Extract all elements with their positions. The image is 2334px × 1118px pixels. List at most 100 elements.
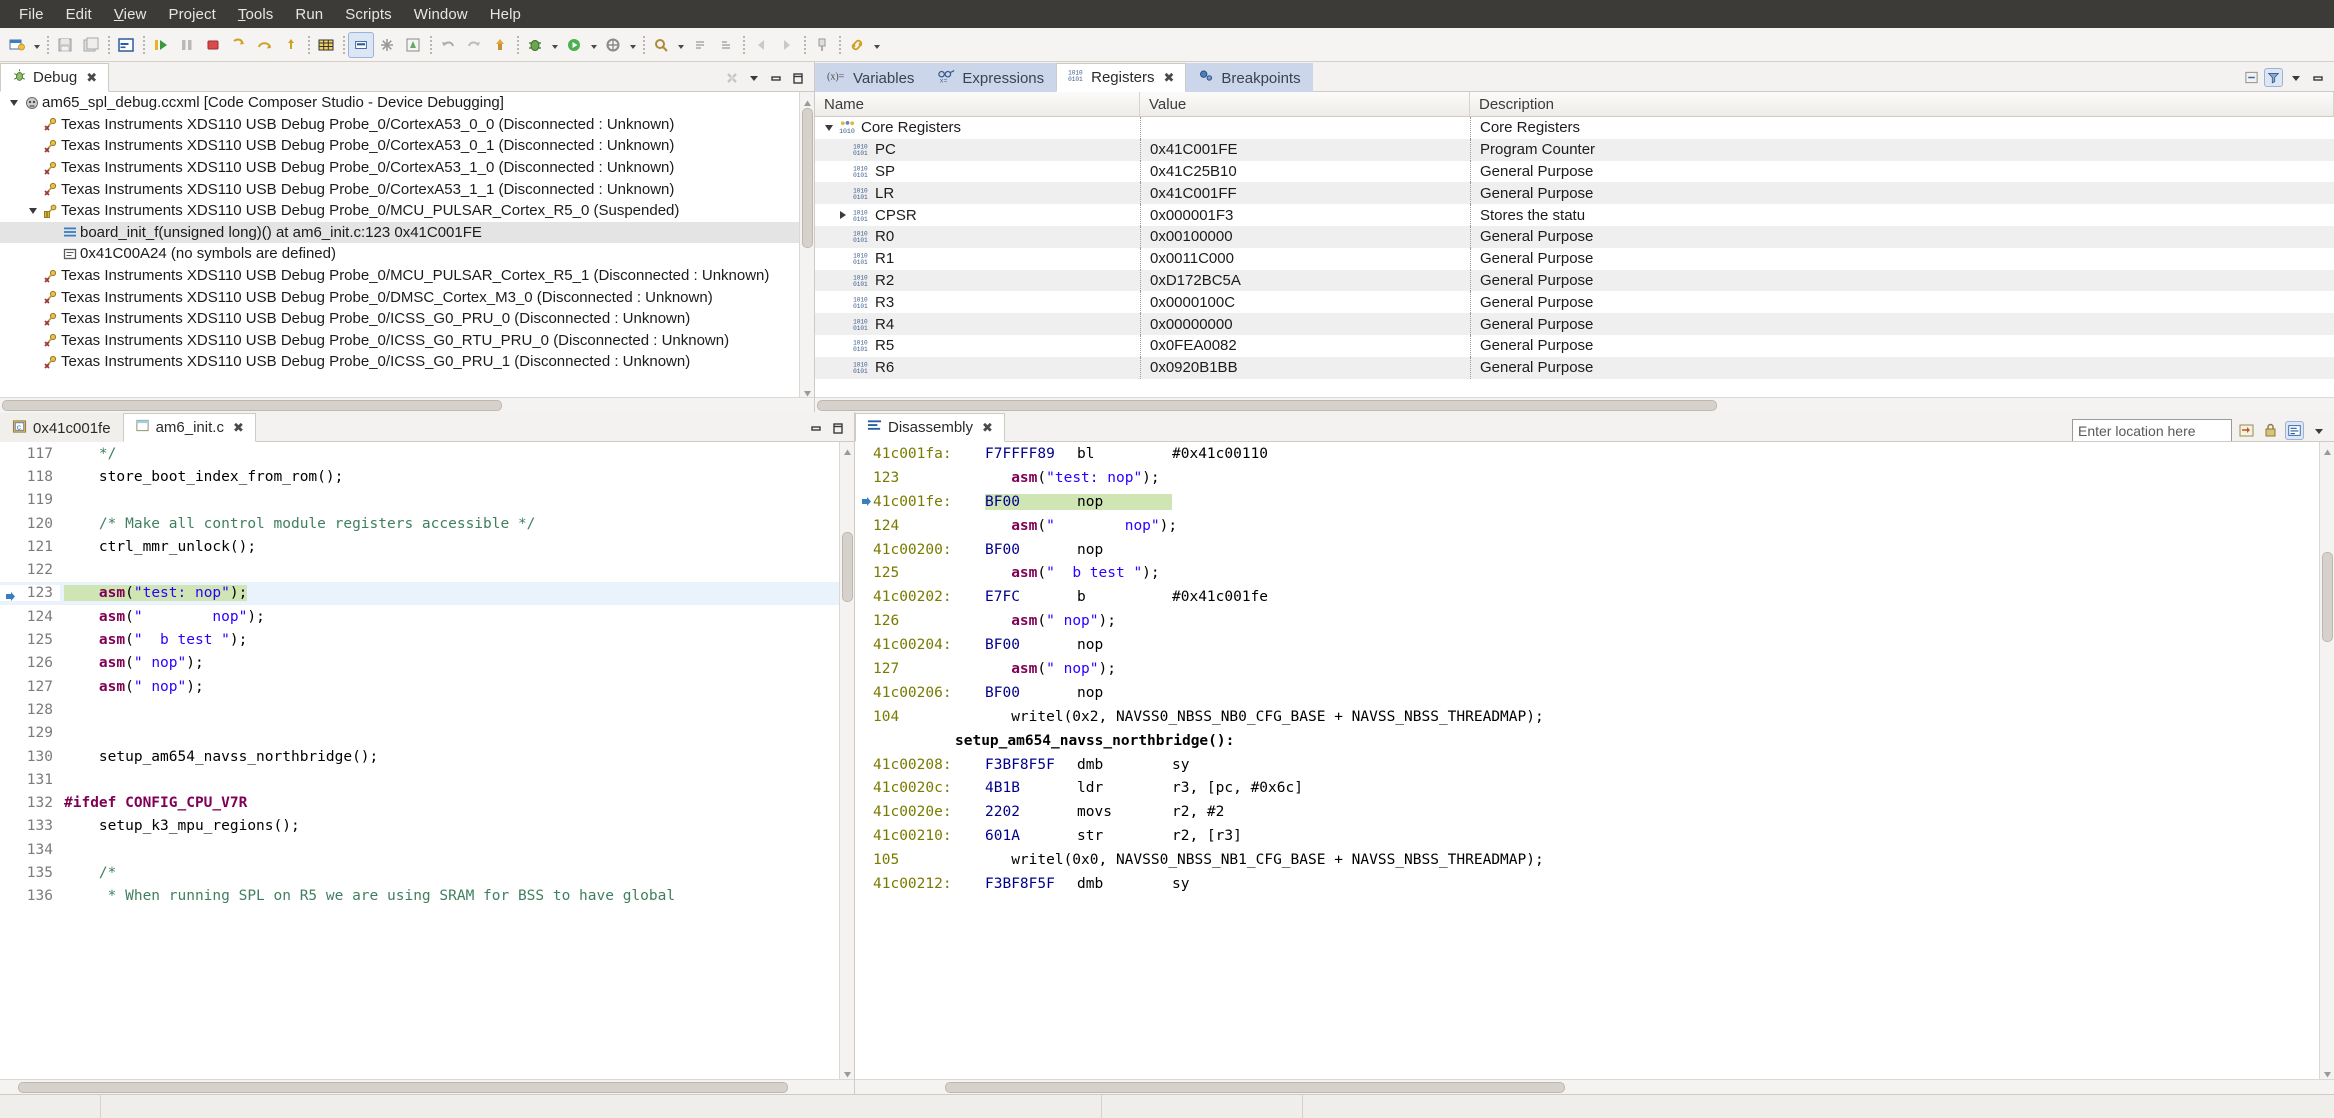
register-value-cell[interactable]: 0x000001F3 <box>1140 204 1470 226</box>
source-line[interactable]: 119 <box>0 489 854 512</box>
next-annotation-icon[interactable] <box>687 32 713 58</box>
source-line[interactable]: 117 */ <box>0 442 854 465</box>
tab-disassembly[interactable]: Disassembly ✖ <box>855 413 1005 442</box>
register-row[interactable]: 1010 0101 R1 0x0011C000 General Purpose <box>815 247 2334 270</box>
debug-tree-row[interactable]: Texas Instruments XDS110 USB Debug Probe… <box>0 178 814 200</box>
line-number-gutter[interactable]: 122 <box>0 562 60 579</box>
debug-tree-row[interactable]: 0x41C00A24 (no symbols are defined) <box>0 243 814 265</box>
external-tools-dropdown-arrow[interactable] <box>626 32 639 58</box>
register-value-cell[interactable] <box>1140 117 1470 139</box>
column-header-name[interactable]: Name <box>815 91 1140 117</box>
line-number-gutter[interactable]: 123 <box>0 585 60 602</box>
source-line[interactable]: 135 /* <box>0 861 854 884</box>
view-menu-icon[interactable] <box>744 68 763 87</box>
lock-icon[interactable] <box>2261 421 2280 440</box>
source-line[interactable]: 122 <box>0 558 854 581</box>
source-line[interactable]: 126 asm(" nop"); <box>0 652 854 675</box>
menu-item-run[interactable]: Run <box>284 3 334 26</box>
line-number-gutter[interactable]: 117 <box>0 445 60 462</box>
menu-item-view[interactable]: View <box>103 3 158 26</box>
disassembly-line[interactable]: 41c00200: BF00 nop <box>855 538 2334 562</box>
disassembly-vscrollbar[interactable] <box>2319 442 2334 1079</box>
go-to-pc-icon[interactable] <box>2237 421 2256 440</box>
disassembly-code-area[interactable]: 41c001fa: F7FFFF89 bl #0x41c00110 123 asm("t… <box>855 442 2334 1079</box>
external-tools-icon[interactable] <box>600 32 626 58</box>
menu-item-scripts[interactable]: Scripts <box>334 3 403 26</box>
source-line[interactable]: 128 <box>0 698 854 721</box>
minimize-icon[interactable] <box>2308 68 2327 87</box>
new-file-icon[interactable] <box>4 32 30 58</box>
line-number-gutter[interactable]: 128 <box>0 701 60 718</box>
tab-debug[interactable]: Debug ✖ <box>0 63 110 92</box>
run-dropdown-arrow[interactable] <box>587 32 600 58</box>
scroll-up-icon[interactable] <box>843 445 852 455</box>
disassembly-line[interactable]: 41c00202: E7FC b #0x41c001fe <box>855 585 2334 609</box>
source-line[interactable]: 132 #ifdef CONFIG_CPU_V7R <box>0 791 854 814</box>
search-dropdown-arrow[interactable] <box>674 32 687 58</box>
scroll-down-icon[interactable] <box>843 1067 852 1078</box>
tab-expressions[interactable]: x= Expressions <box>926 63 1057 92</box>
debug-tree-row[interactable]: Texas Instruments XDS110 USB Debug Probe… <box>0 265 814 287</box>
tree-expander-expanded[interactable] <box>821 124 837 131</box>
location-input[interactable]: Enter location here <box>2072 419 2232 442</box>
minimize-icon[interactable] <box>806 418 825 437</box>
scroll-up-icon[interactable] <box>2323 445 2332 455</box>
build-icon[interactable] <box>487 32 513 58</box>
line-number-gutter[interactable]: 120 <box>0 515 60 532</box>
tree-expander-collapsed[interactable] <box>835 211 851 220</box>
collapse-all-icon[interactable] <box>2242 68 2261 87</box>
register-value-cell[interactable]: 0x41C25B10 <box>1140 160 1470 183</box>
menu-item-help[interactable]: Help <box>479 3 532 26</box>
breakpoint-icon[interactable] <box>400 32 426 58</box>
line-number-gutter[interactable]: 119 <box>0 492 60 509</box>
run-icon[interactable] <box>561 32 587 58</box>
menu-item-tools[interactable]: Tools <box>227 3 285 26</box>
source-code-area[interactable]: 117 */118 store_boot_index_from_rom(); 11… <box>0 442 854 1079</box>
registers-filter-icon[interactable] <box>2264 68 2283 87</box>
save-icon[interactable] <box>52 32 78 58</box>
menu-item-project[interactable]: Project <box>157 3 226 26</box>
debug-tree-row[interactable]: Texas Instruments XDS110 USB Debug Probe… <box>0 286 814 308</box>
register-row[interactable]: 1010 0101 PC 0x41C001FE Program Counter <box>815 138 2334 161</box>
tab-breakpoints[interactable]: Breakpoints <box>1186 63 1313 92</box>
close-icon[interactable]: ✖ <box>982 421 993 434</box>
disassembly-line[interactable]: 41c0020e: 2202 movs r2, #2 <box>855 800 2334 824</box>
suspend-icon[interactable] <box>174 32 200 58</box>
disassembly-line[interactable]: 41c00210: 601A str r2, [r3] <box>855 824 2334 848</box>
menu-item-window[interactable]: Window <box>403 3 479 26</box>
scroll-up-icon[interactable] <box>803 95 812 106</box>
source-line[interactable]: 131 <box>0 768 854 791</box>
console-icon[interactable] <box>113 32 139 58</box>
disassembly-hscrollbar[interactable] <box>855 1079 2334 1094</box>
tree-expander-expanded[interactable] <box>6 99 22 106</box>
editor-vscrollbar[interactable] <box>839 442 854 1079</box>
debug-tree-row[interactable]: Texas Instruments XDS110 USB Debug Probe… <box>0 135 814 157</box>
disassembly-line[interactable]: 124 asm(" nop"); <box>855 514 2334 538</box>
line-number-gutter[interactable]: 126 <box>0 655 60 672</box>
registers-hscrollbar[interactable] <box>815 397 2334 412</box>
undo-icon[interactable] <box>435 32 461 58</box>
line-number-gutter[interactable]: 127 <box>0 678 60 695</box>
close-icon[interactable]: ✖ <box>86 71 97 84</box>
source-line[interactable]: 130 setup_am654_navss_northbridge(); <box>0 745 854 768</box>
register-value-cell[interactable]: 0xD172BC5A <box>1140 269 1470 292</box>
link-icon[interactable] <box>844 32 870 58</box>
line-number-gutter[interactable]: 134 <box>0 841 60 858</box>
save-all-icon[interactable] <box>78 32 104 58</box>
source-line[interactable]: 134 <box>0 838 854 861</box>
toggle-source-icon[interactable] <box>2285 421 2304 440</box>
scroll-down-icon[interactable] <box>803 385 812 397</box>
line-number-gutter[interactable]: 124 <box>0 608 60 625</box>
editor-tab-am6-init-c[interactable]: am6_init.c ✖ <box>122 413 256 442</box>
minimize-icon[interactable] <box>766 68 785 87</box>
menu-item-file[interactable]: File <box>8 3 55 26</box>
line-number-gutter[interactable]: 136 <box>0 888 60 905</box>
close-icon[interactable]: ✖ <box>1163 71 1174 84</box>
source-line[interactable]: 136 * When running SPL on R5 we are usin… <box>0 885 854 908</box>
tab-registers[interactable]: 1010 0101 Registers ✖ <box>1056 63 1187 92</box>
disassembly-line[interactable]: 41c0020c: 4B1B ldr r3, [pc, #0x6c] <box>855 776 2334 800</box>
source-line[interactable]: 125 asm(" b test "); <box>0 628 854 651</box>
source-line[interactable]: 123 asm("test: nop"); <box>0 581 854 606</box>
line-number-gutter[interactable]: 121 <box>0 538 60 555</box>
register-row[interactable]: 1010 0101 R6 0x0920B1BB General Purpose <box>815 356 2334 379</box>
